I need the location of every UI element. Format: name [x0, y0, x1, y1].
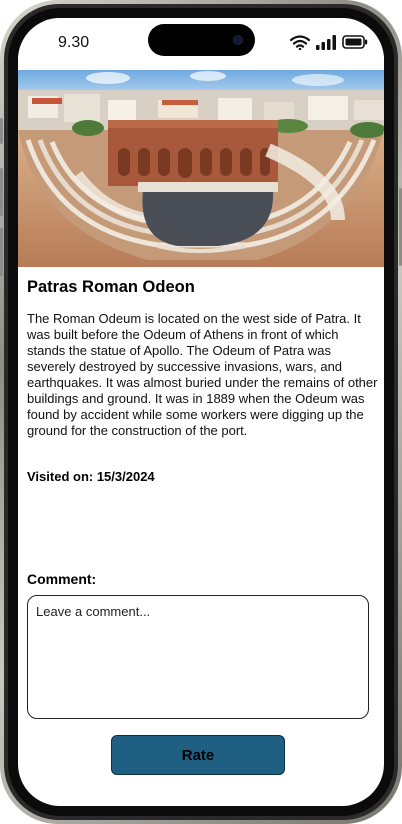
screen: 9.30 Patras Roman Odeon The Roman Odeum …: [18, 18, 384, 806]
comment-label: Comment:: [27, 571, 97, 587]
volume-up-button: [0, 168, 3, 216]
status-bar: 9.30: [18, 18, 384, 70]
action-button: [0, 118, 3, 144]
front-camera-icon: [234, 36, 242, 44]
volume-down-button: [0, 228, 3, 276]
comment-input[interactable]: [27, 595, 369, 719]
place-description: The Roman Odeum is located on the west s…: [27, 311, 378, 438]
hero-image: [18, 70, 384, 267]
wifi-icon: [290, 34, 310, 50]
status-icons: [290, 33, 368, 51]
place-details: Patras Roman Odeon The Roman Odeum is lo…: [27, 278, 379, 484]
battery-icon: [342, 35, 368, 49]
rate-button[interactable]: Rate: [111, 735, 285, 775]
visited-date: Visited on: 15/3/2024: [27, 469, 155, 484]
status-time: 9.30: [58, 34, 90, 51]
dynamic-island: [148, 24, 255, 56]
signal-icon: [316, 34, 336, 50]
place-title: Patras Roman Odeon: [27, 278, 195, 296]
odeon-photo: [18, 70, 384, 267]
